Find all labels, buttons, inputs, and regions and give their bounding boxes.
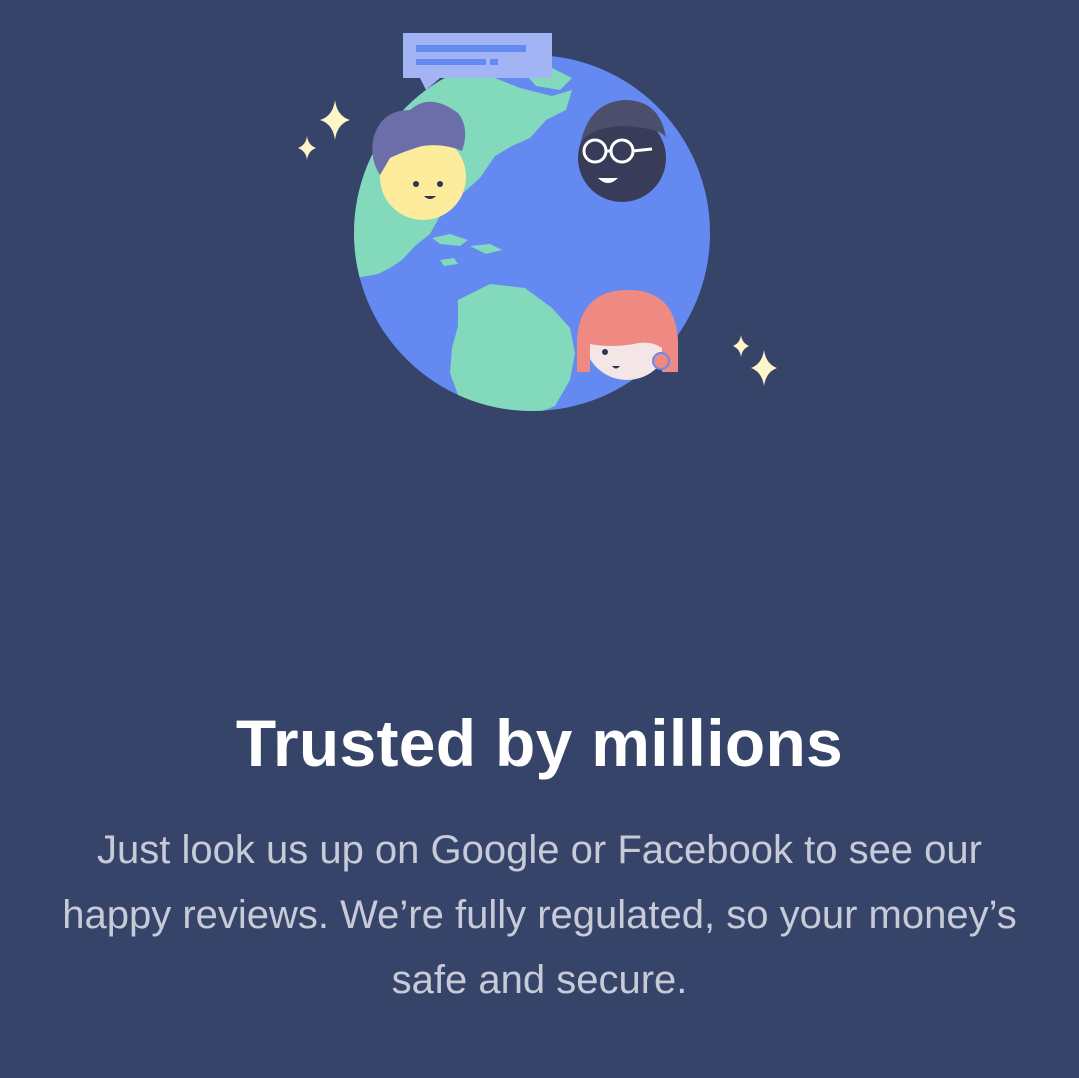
globe-with-people-illustration (290, 28, 790, 418)
description-text: Just look us up on Google or Facebook to… (62, 828, 1017, 1002)
sparkle-icon (733, 335, 777, 386)
onboarding-screen: Trusted by millions Just look us up on G… (0, 0, 1079, 1078)
page-title: Trusted by millions (235, 706, 844, 780)
sparkle-icon (298, 100, 350, 160)
